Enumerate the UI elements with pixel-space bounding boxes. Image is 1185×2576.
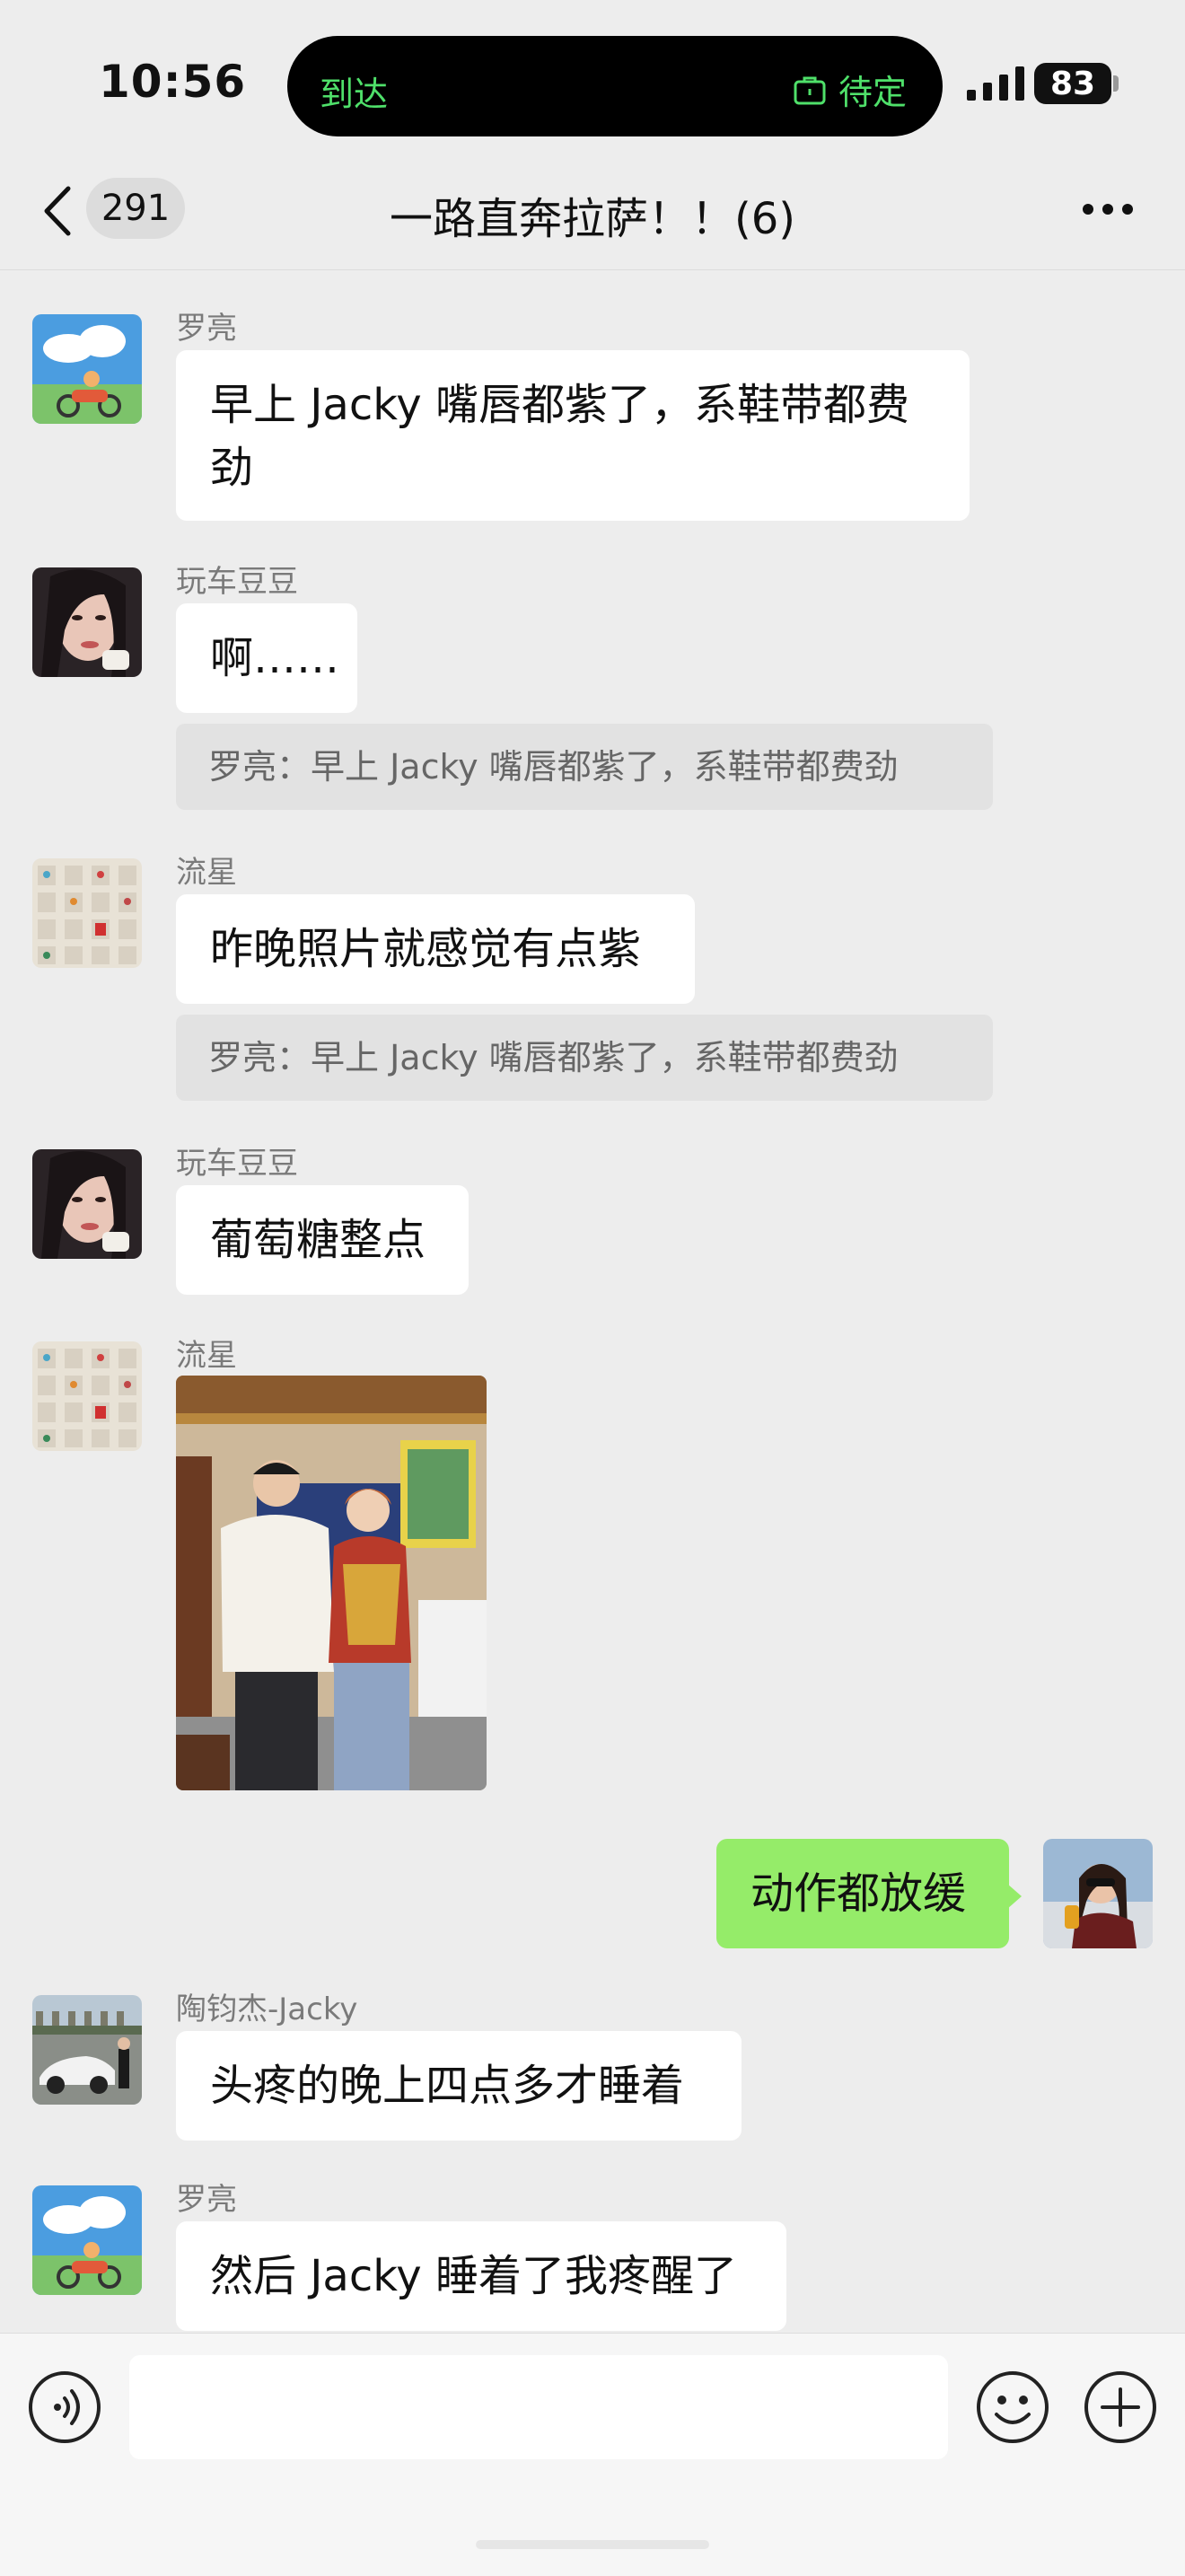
quoted-message[interactable]: 罗亮：早上 Jacky 嘴唇都紫了，系鞋带都费劲 <box>176 1015 993 1101</box>
avatar[interactable] <box>32 2185 142 2295</box>
sender-name: 罗亮 <box>176 2182 237 2218</box>
more-dots-icon[interactable] <box>1081 199 1135 219</box>
island-arrive-label: 到达 <box>320 75 389 114</box>
message-bubble[interactable]: 昨晚照片就感觉有点紫 <box>176 894 695 1004</box>
status-time: 10:56 <box>99 56 247 108</box>
sender-name: 玩车豆豆 <box>176 1146 298 1182</box>
battery-level: 83 <box>1049 65 1096 102</box>
island-pending: 待定 <box>792 65 907 114</box>
message-bubble[interactable]: 早上 Jacky 嘴唇都紫了，系鞋带都费 劲 <box>176 350 970 521</box>
avatar[interactable] <box>32 1149 142 1259</box>
message-bubble[interactable]: 啊…… <box>176 603 357 713</box>
input-bar <box>0 2333 1185 2576</box>
avatar[interactable] <box>32 567 142 677</box>
island-pending-label: 待定 <box>838 73 907 112</box>
signal-icon <box>967 66 1024 101</box>
avatar[interactable] <box>32 858 142 968</box>
home-indicator[interactable] <box>476 2540 709 2549</box>
sender-name: 罗亮 <box>176 311 237 347</box>
battery-tip <box>1113 75 1119 92</box>
chat-title: 一路直奔拉萨！！(6) <box>390 194 795 244</box>
my-avatar[interactable] <box>1043 1839 1153 1948</box>
chat-header: 291 一路直奔拉萨！！(6) <box>0 153 1185 270</box>
message-bubble[interactable]: 头疼的晚上四点多才睡着 <box>176 2031 742 2141</box>
message-bubble[interactable]: 然后 Jacky 睡着了我疼醒了 <box>176 2221 786 2331</box>
avatar[interactable] <box>32 314 142 424</box>
quoted-message[interactable]: 罗亮：早上 Jacky 嘴唇都紫了，系鞋带都费劲 <box>176 724 993 810</box>
message-bubble-mine[interactable]: 动作都放缓 <box>716 1839 1022 1948</box>
voice-icon[interactable] <box>27 2369 102 2445</box>
emoji-icon[interactable] <box>975 2369 1050 2445</box>
sender-name: 流星 <box>176 1338 237 1374</box>
sender-name: 玩车豆豆 <box>176 564 298 600</box>
sender-name: 流星 <box>176 855 237 891</box>
sender-name: 陶钧杰-Jacky <box>176 1991 358 2027</box>
briefcase-icon <box>794 76 826 104</box>
avatar[interactable] <box>32 1995 142 2105</box>
avatar[interactable] <box>32 1341 142 1451</box>
message-photo[interactable] <box>176 1376 487 1790</box>
plus-icon[interactable] <box>1083 2369 1158 2445</box>
battery-icon: 83 <box>1034 63 1111 104</box>
status-bar: 10:56 到达 待定 83 <box>0 0 1185 153</box>
message-bubble[interactable]: 葡萄糖整点 <box>176 1185 469 1295</box>
message-input[interactable] <box>129 2355 948 2459</box>
dynamic-island[interactable]: 到达 待定 <box>287 36 943 136</box>
